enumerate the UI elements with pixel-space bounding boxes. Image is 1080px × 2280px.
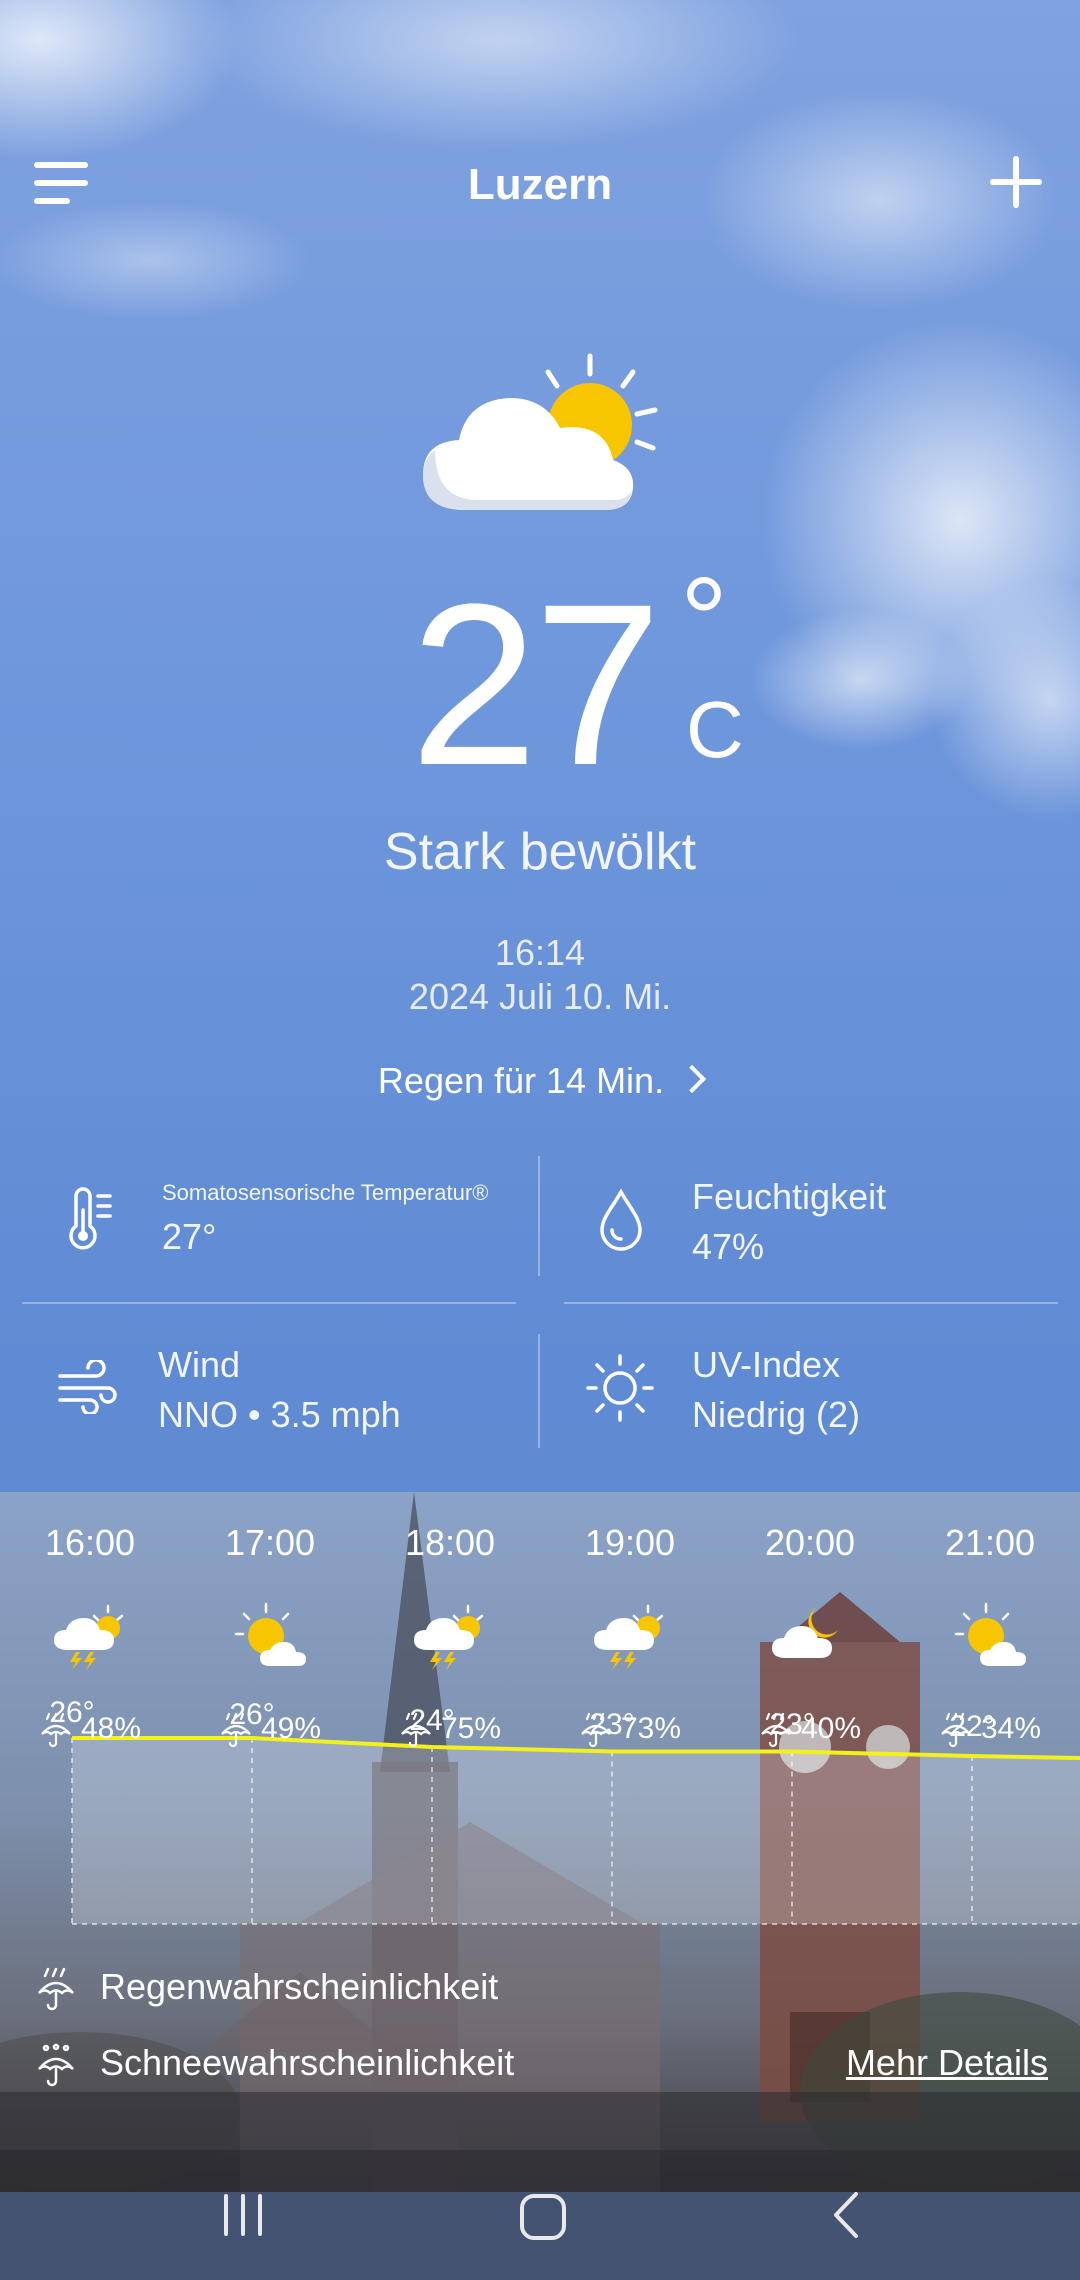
feels-like-value: 27° — [162, 1216, 217, 1257]
add-location-icon[interactable] — [988, 154, 1044, 210]
divider — [564, 1302, 1058, 1304]
feels-like-label: Somatosensorische Temperatur® — [162, 1180, 489, 1205]
degree-symbol: ° — [680, 553, 728, 687]
sun-cloud-icon — [954, 1602, 1026, 1666]
rain-notice-text: Regen für 14 Min. — [377, 1060, 665, 1101]
hour-temperature: 24° — [409, 1704, 455, 1737]
current-temperature: 27 ° C — [0, 556, 1080, 813]
temperature-area — [72, 1738, 1080, 1924]
update-date: 2024 Juli 10. Mi. — [408, 976, 672, 1017]
legend-snow-label: Schneewahrscheinlichkeit — [100, 2042, 515, 2083]
hour-time: 20:00 — [764, 1522, 856, 1563]
snow-umbrella-icon — [38, 2044, 74, 2087]
humidity-drop-icon — [600, 1188, 642, 1251]
temperature-unit: C — [686, 685, 744, 774]
humidity-label: Feuchtigkeit — [692, 1176, 887, 1217]
more-details-link[interactable]: Mehr Details — [846, 2042, 1048, 2084]
update-time: 16:14 — [494, 932, 586, 973]
uv-index-label: UV-Index — [692, 1344, 841, 1385]
hour-time: 21:00 — [944, 1522, 1036, 1563]
legend-snow: Schneewahrscheinlichkeit — [36, 2042, 514, 2087]
thunder-sun-cloud-icon — [414, 1604, 484, 1670]
hour-temperature: 23° — [769, 1708, 815, 1741]
hour-temperature: 22° — [949, 1710, 995, 1743]
thermometer-icon — [69, 1187, 112, 1250]
top-bar: Luzern — [0, 140, 1080, 230]
uv-sun-icon — [586, 1354, 654, 1422]
divider — [538, 1334, 540, 1448]
cloud-moon-icon — [772, 1608, 838, 1658]
rain-notice-link[interactable]: Regen für 14 Min. — [0, 1060, 1080, 1102]
hour-time: 17:00 — [224, 1522, 316, 1563]
back-icon[interactable] — [822, 2190, 872, 2240]
humidity-value: 47% — [692, 1226, 765, 1267]
hour-time: 18:00 — [404, 1522, 496, 1563]
wind-value: NNO • 3.5 mph — [158, 1394, 401, 1435]
legend-rain: Regenwahrscheinlichkeit — [36, 1966, 498, 2011]
wind-label: Wind — [158, 1344, 241, 1385]
hour-temperature: 26° — [49, 1696, 95, 1729]
system-nav-bar — [0, 2150, 1080, 2280]
divider — [22, 1302, 516, 1304]
city-title[interactable]: Luzern — [0, 160, 1080, 210]
hour-temperature: 26° — [229, 1698, 275, 1731]
temperature-value: 27 — [410, 556, 662, 813]
chevron-right-icon — [677, 1065, 707, 1094]
weather-condition: Stark bewölkt — [383, 823, 697, 881]
home-icon[interactable] — [516, 2190, 572, 2246]
recent-apps-icon[interactable] — [218, 2190, 268, 2240]
thunder-sun-cloud-icon — [54, 1604, 124, 1670]
uv-index-value: Niedrig (2) — [692, 1394, 861, 1435]
legend-rain-label: Regenwahrscheinlichkeit — [100, 1966, 499, 2007]
hour-time: 16:00 — [44, 1522, 136, 1563]
thunder-sun-cloud-icon — [594, 1604, 664, 1670]
hour-time: 19:00 — [584, 1522, 676, 1563]
partly-cloudy-icon — [423, 353, 658, 510]
rain-umbrella-icon — [38, 1968, 74, 2011]
divider — [538, 1156, 540, 1276]
sun-cloud-icon — [234, 1602, 306, 1666]
hour-temperature: 23° — [589, 1708, 635, 1741]
wind-icon — [58, 1360, 117, 1414]
